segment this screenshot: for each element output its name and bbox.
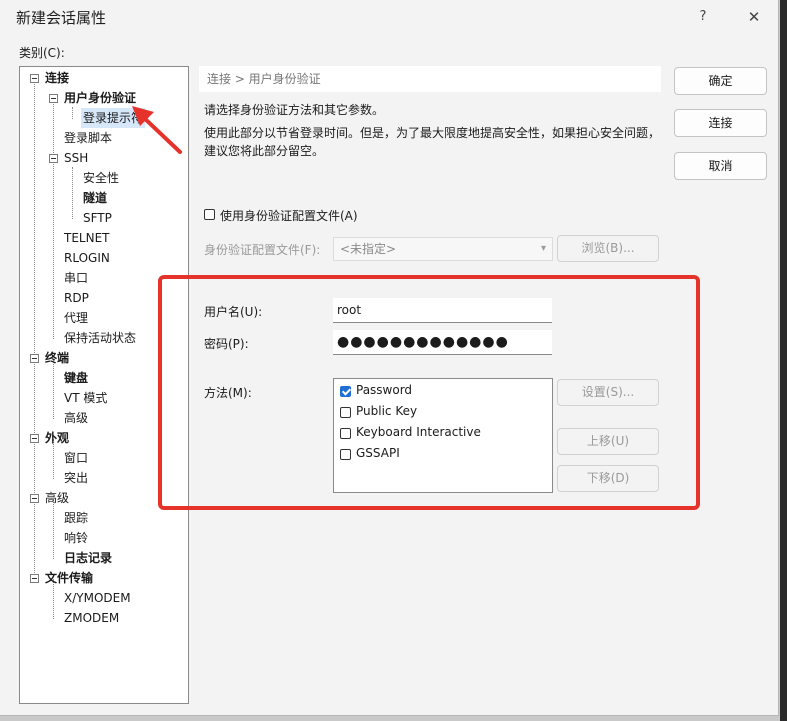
tree-item-login-script[interactable]: 登录脚本 bbox=[64, 128, 112, 148]
tree-item-vt-mode[interactable]: VT 模式 bbox=[64, 388, 107, 408]
use-profile-label: 使用身份验证配置文件(A) bbox=[220, 209, 358, 223]
tree-item-connection[interactable]: 连接 bbox=[45, 68, 69, 88]
collapse-toggle-icon[interactable] bbox=[30, 434, 39, 443]
tree-item-keyboard[interactable]: 键盘 bbox=[64, 368, 88, 388]
browse-button[interactable]: 浏览(B)... bbox=[557, 235, 659, 262]
description-text: 使用此部分以节省登录时间。但是，为了最大限度地提高安全性，如果担心安全问题， bbox=[204, 126, 661, 140]
profile-file-value: <未指定> bbox=[340, 242, 397, 256]
connect-button[interactable]: 连接 bbox=[674, 109, 767, 137]
tree-guide-line bbox=[72, 107, 73, 119]
tree-guide-line bbox=[53, 499, 54, 559]
collapse-toggle-icon[interactable] bbox=[30, 574, 39, 583]
cancel-button[interactable]: 取消 bbox=[674, 152, 767, 180]
tree-item-trace[interactable]: 跟踪 bbox=[64, 508, 88, 528]
tree-item-zmodem[interactable]: ZMODEM bbox=[64, 608, 119, 628]
description-text: 建议您将此部分留空。 bbox=[204, 144, 325, 158]
tree-item-file-transfer[interactable]: 文件传输 bbox=[45, 568, 93, 588]
tree-item-highlight[interactable]: 突出 bbox=[64, 468, 88, 488]
tree-item-sftp[interactable]: SFTP bbox=[83, 208, 112, 228]
tree-item-tunnel[interactable]: 隧道 bbox=[83, 188, 107, 208]
tree-guide-line bbox=[53, 99, 54, 339]
collapse-toggle-icon[interactable] bbox=[49, 94, 58, 103]
tree-item-xymodem[interactable]: X/YMODEM bbox=[64, 588, 131, 608]
background-window-edge bbox=[780, 0, 787, 721]
session-properties-dialog: 新建会话属性 ? ✕ 类别(C): 连接 用户身份验证 登录提示符 登录脚本 S… bbox=[0, 0, 779, 716]
tree-guide-line bbox=[53, 359, 54, 419]
close-icon[interactable]: ✕ bbox=[740, 6, 768, 28]
tree-item-advanced[interactable]: 高级 bbox=[45, 488, 69, 508]
collapse-toggle-icon[interactable] bbox=[49, 154, 58, 163]
tree-item-logging[interactable]: 日志记录 bbox=[64, 548, 112, 568]
ok-button[interactable]: 确定 bbox=[674, 67, 767, 95]
tree-item-rdp[interactable]: RDP bbox=[64, 288, 89, 308]
tree-guide-line bbox=[72, 167, 73, 219]
tree-item-ssh[interactable]: SSH bbox=[64, 148, 88, 168]
help-icon[interactable]: ? bbox=[689, 6, 717, 28]
annotation-arrow-icon bbox=[132, 106, 182, 154]
chevron-down-icon: ▾ bbox=[540, 243, 546, 254]
tree-item-rlogin[interactable]: RLOGIN bbox=[64, 248, 110, 268]
tree-item-proxy[interactable]: 代理 bbox=[64, 308, 88, 328]
window-title: 新建会话属性 bbox=[16, 9, 107, 27]
tree-item-terminal-advanced[interactable]: 高级 bbox=[64, 408, 88, 428]
tree-item-bell[interactable]: 响铃 bbox=[64, 528, 88, 548]
collapse-toggle-icon[interactable] bbox=[30, 494, 39, 503]
tree-item-terminal[interactable]: 终端 bbox=[45, 348, 69, 368]
profile-file-select[interactable]: <未指定> ▾ bbox=[333, 237, 553, 261]
breadcrumb: 连接 > 用户身份验证 bbox=[199, 66, 661, 92]
tree-item-keepalive[interactable]: 保持活动状态 bbox=[64, 328, 136, 348]
collapse-toggle-icon[interactable] bbox=[30, 74, 39, 83]
tree-item-window[interactable]: 窗口 bbox=[64, 448, 88, 468]
category-label: 类别(C): bbox=[19, 46, 65, 60]
tree-guide-line bbox=[34, 79, 35, 579]
use-profile-checkbox[interactable] bbox=[204, 209, 215, 220]
tree-item-security[interactable]: 安全性 bbox=[83, 168, 119, 188]
profile-file-label: 身份验证配置文件(F): bbox=[204, 243, 321, 257]
tree-item-serial[interactable]: 串口 bbox=[64, 268, 88, 288]
collapse-toggle-icon[interactable] bbox=[30, 354, 39, 363]
description-text: 请选择身份验证方法和其它参数。 bbox=[204, 103, 385, 117]
title-bar: 新建会话属性 ? ✕ bbox=[0, 0, 779, 34]
tree-item-appearance[interactable]: 外观 bbox=[45, 428, 69, 448]
annotation-highlight-box bbox=[158, 275, 700, 510]
tree-item-telnet[interactable]: TELNET bbox=[64, 228, 110, 248]
